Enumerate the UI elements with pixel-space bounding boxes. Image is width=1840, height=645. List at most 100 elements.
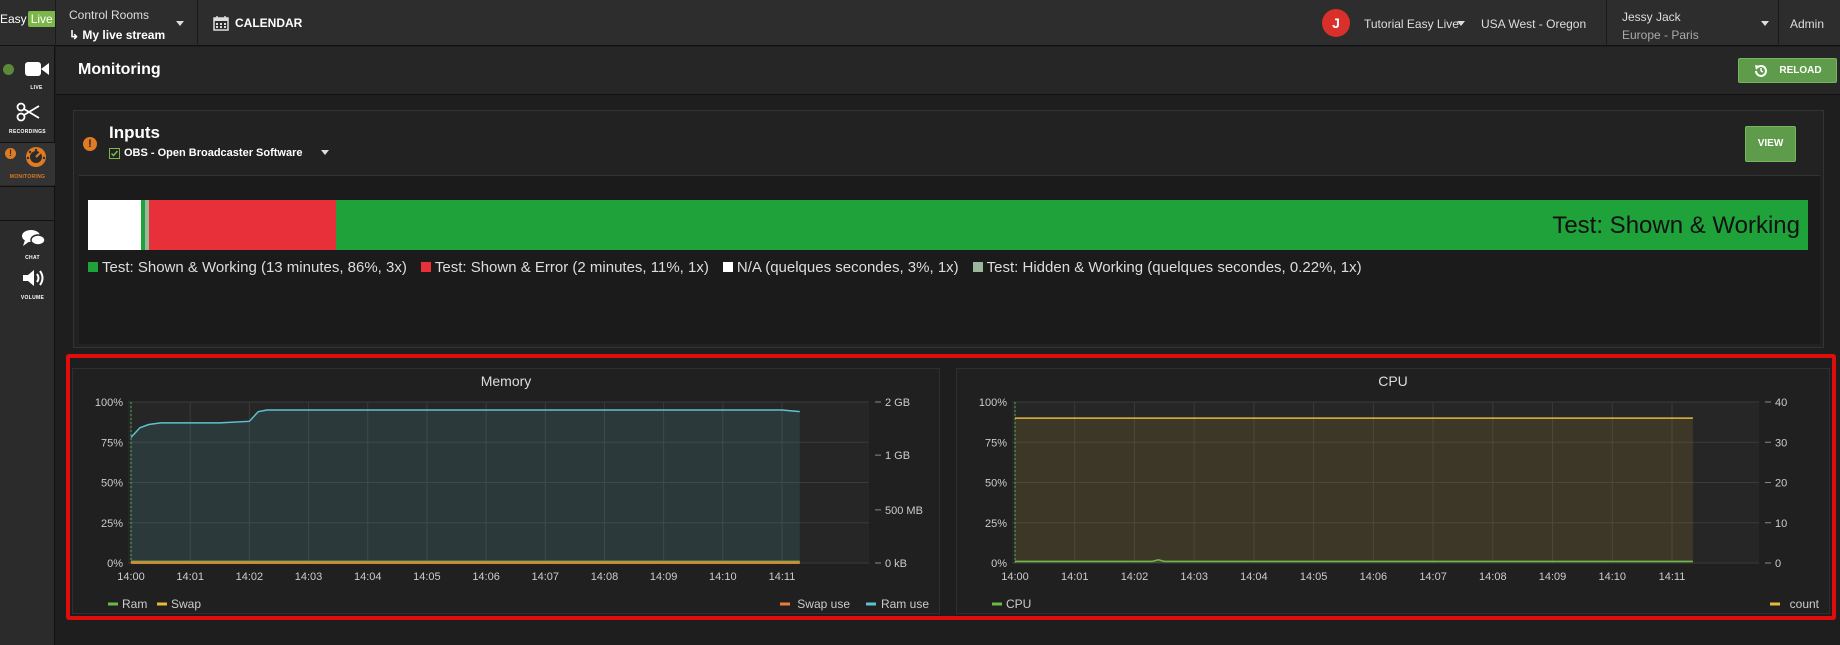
y-tick-label: 0% <box>991 558 1007 570</box>
chevron-down-icon[interactable] <box>320 149 329 155</box>
legend-text: count <box>1790 597 1820 611</box>
sidebar-item-monitoring[interactable]: ! MONITORING <box>0 143 55 185</box>
y-tick-label: 0 kB <box>885 558 907 570</box>
status-segment[interactable] <box>88 200 142 250</box>
x-tick-label: 14:02 <box>1121 571 1149 583</box>
x-tick-label: 14:09 <box>1539 571 1567 583</box>
user-menu[interactable]: Jessy Jack Europe - Paris <box>1622 8 1699 44</box>
legend-text: Ram use <box>881 597 929 611</box>
legend-item: N/A (quelques secondes, 3%, 1x) <box>722 259 959 276</box>
status-bar: Test: Shown & Working <box>88 200 1808 250</box>
chart-title: Memory <box>480 373 532 389</box>
sidebar-item-label: RECORDINGS <box>9 129 46 135</box>
memory-chart[interactable]: 0% 25% 50% 75% 100% 0 kB 500 MB 1 GB 2 GB 14:00 14… <box>73 369 941 615</box>
y-tick-label: 100% <box>95 397 123 409</box>
legend-swatch <box>972 262 983 272</box>
enter-arrow-icon: ↳ <box>69 28 80 42</box>
admin-menu[interactable]: Admin <box>1790 17 1824 31</box>
control-rooms-selector[interactable]: Control Rooms ↳ My live stream <box>69 8 165 42</box>
legend-item: Test: Hidden & Working (quelques seconde… <box>972 259 1362 276</box>
y-tick-label: 100% <box>979 397 1007 409</box>
x-tick-label: 14:01 <box>176 571 204 583</box>
sidebar-item-chat[interactable]: CHAT <box>0 228 55 261</box>
logo-live: Live <box>27 11 56 27</box>
sidebar-item-volume[interactable]: VOLUME <box>0 268 55 301</box>
user-name: Jessy Jack <box>1622 10 1681 24</box>
calendar-link[interactable]: CALENDAR <box>213 15 302 31</box>
chart-title: CPU <box>1378 373 1408 389</box>
x-tick-label: 14:05 <box>413 571 441 583</box>
legend-text: CPU <box>1006 597 1031 611</box>
legend-item: Test: Shown & Working (13 minutes, 86%, … <box>88 259 407 276</box>
chat-icon <box>21 230 46 246</box>
legend-swatch <box>420 262 431 272</box>
cpu-chart[interactable]: 0% 25% 50% 75% 100% 0 10 20 30 40 14:00 14:01 14:02 1… <box>957 369 1831 615</box>
view-button[interactable]: VIEW <box>1745 126 1796 162</box>
avatar[interactable]: J <box>1322 9 1350 37</box>
sidebar-item-label: CHAT <box>25 255 40 261</box>
stream-name: ↳ My live stream <box>69 28 166 42</box>
y-tick-label: 30 <box>1775 437 1787 449</box>
legend-swatch <box>722 262 733 272</box>
y-tick-label: 75% <box>985 437 1007 449</box>
series-area <box>1015 418 1693 563</box>
y-tick-label: 0% <box>107 558 123 570</box>
legend-text: Ram <box>122 597 147 611</box>
x-tick-label: 14:03 <box>295 571 323 583</box>
inputs-title: Inputs <box>109 123 160 142</box>
divider <box>1778 0 1779 46</box>
y-tick-label: 0 <box>1775 558 1781 570</box>
cpu-chart-panel: CPU 0% 25% 50% 75% 100% 0 10 20 30 40 14:00 14:01 14… <box>956 368 1830 614</box>
warning-icon: ! <box>83 137 97 151</box>
page-header: Monitoring RELOAD <box>56 47 1840 95</box>
calendar-label: CALENDAR <box>235 16 303 30</box>
legend-text: Test: Shown & Error (2 minutes, 11%, 1x) <box>434 259 709 276</box>
legend-text: N/A (quelques secondes, 3%, 1x) <box>736 259 959 276</box>
x-tick-label: 14:07 <box>1419 571 1447 583</box>
region-label: USA West - Oregon <box>1481 17 1587 31</box>
input-source-selector[interactable]: OBS - Open Broadcaster Software <box>109 147 329 159</box>
reload-icon <box>1755 64 1768 77</box>
x-tick-label: 14:08 <box>591 571 619 583</box>
chevron-down-icon[interactable] <box>176 21 184 26</box>
y-tick-label: 10 <box>1775 518 1787 530</box>
inputs-panel: ! Inputs OBS - Open Broadcaster Software… <box>73 110 1824 348</box>
dashboard-icon <box>25 147 46 167</box>
x-tick-label: 14:10 <box>1599 571 1627 583</box>
organization-selector[interactable]: Tutorial Easy Live <box>1364 17 1459 31</box>
y-tick-label: 20 <box>1775 478 1787 490</box>
x-tick-label: 14:04 <box>354 571 382 583</box>
reload-button[interactable]: RELOAD <box>1738 58 1837 83</box>
chevron-down-icon[interactable] <box>1457 21 1465 26</box>
legend-item: Test: Shown & Error (2 minutes, 11%, 1x) <box>420 259 709 276</box>
chevron-down-icon[interactable] <box>1761 21 1769 26</box>
x-tick-label: 14:06 <box>472 571 500 583</box>
y-tick-label: 40 <box>1775 397 1787 409</box>
easylive-logo[interactable]: Easy Live <box>0 11 56 34</box>
status-segment[interactable] <box>148 200 336 250</box>
legend-text: Test: Shown & Working (13 minutes, 86%, … <box>102 259 407 276</box>
calendar-icon <box>213 16 229 31</box>
sidebar-item-recordings[interactable]: RECORDINGS <box>0 102 55 135</box>
input-source-name: OBS - Open Broadcaster Software <box>124 147 303 159</box>
x-tick-label: 14:03 <box>1180 571 1208 583</box>
sidebar-item-live[interactable]: LIVE <box>0 60 55 91</box>
x-tick-label: 14:08 <box>1479 571 1507 583</box>
legend-text: Swap use <box>797 597 850 611</box>
y-tick-label: 50% <box>985 478 1007 490</box>
x-tick-label: 14:11 <box>1659 571 1686 583</box>
y-tick-label: 1 GB <box>885 450 910 462</box>
legend-swatch <box>88 262 98 272</box>
x-tick-label: 14:11 <box>769 571 796 583</box>
series-area <box>131 410 800 563</box>
x-tick-label: 14:00 <box>117 571 145 583</box>
divider <box>55 0 56 46</box>
y-tick-label: 500 MB <box>885 505 923 517</box>
sidebar-item-label: MONITORING <box>9 174 46 180</box>
legend-text: Swap <box>171 597 201 611</box>
reload-label: RELOAD <box>1779 65 1822 76</box>
video-camera-icon <box>24 62 49 76</box>
y-tick-label: 75% <box>101 437 123 449</box>
scissors-icon <box>16 102 39 122</box>
x-tick-label: 14:09 <box>650 571 678 583</box>
